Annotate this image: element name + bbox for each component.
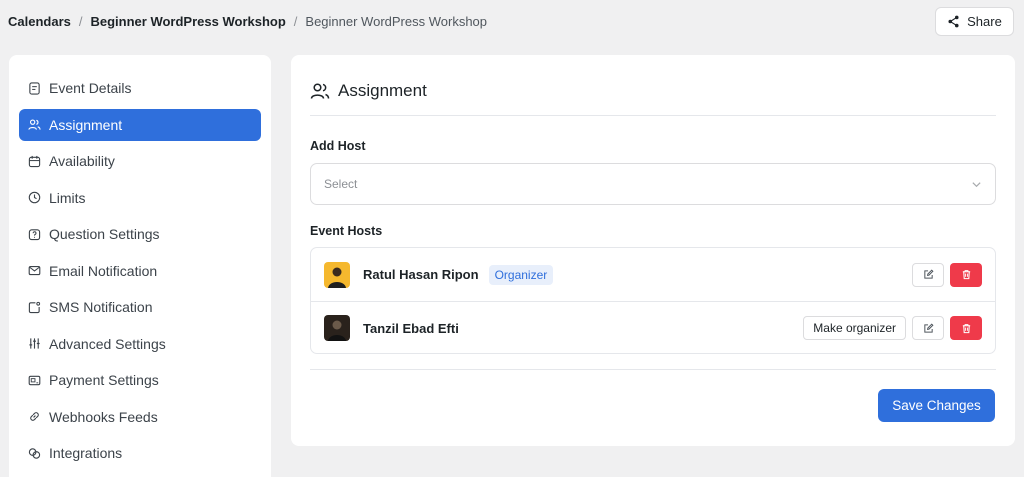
sidebar-item-label: SMS Notification xyxy=(49,299,153,315)
sidebar-item-label: Advanced Settings xyxy=(49,335,166,352)
assignment-card: Assignment Add Host Select Event Hosts R… xyxy=(291,55,1015,446)
host-name: Ratul Hasan Ripon xyxy=(363,267,479,282)
organizer-badge: Organizer xyxy=(488,264,554,285)
host-actions xyxy=(912,262,982,287)
sidebar-item-label: Event Details xyxy=(49,80,132,96)
breadcrumb-calendars-link[interactable]: Calendars xyxy=(8,14,71,29)
integrations-icon xyxy=(28,447,41,459)
breadcrumb: Calendars / Beginner WordPress Workshop … xyxy=(8,14,487,29)
add-host-label: Add Host xyxy=(310,139,366,153)
edit-icon xyxy=(923,269,934,279)
sidebar-item-label: Question Settings xyxy=(49,226,160,242)
sidebar-item-availability[interactable]: Availability xyxy=(19,145,261,177)
settings-sidebar: Event Details Assignment Availability Li… xyxy=(9,55,271,477)
add-host-select[interactable]: Select xyxy=(310,163,996,205)
breadcrumb-event-link[interactable]: Beginner WordPress Workshop xyxy=(91,14,286,29)
sidebar-item-label: Webhooks Feeds xyxy=(49,408,158,425)
users-icon xyxy=(28,119,41,130)
host-actions: Make organizer xyxy=(803,316,982,340)
sidebar-item-label: Payment Settings xyxy=(49,372,159,388)
sidebar-item-label: Email Notification xyxy=(49,262,158,279)
header-divider xyxy=(310,115,996,116)
make-organizer-button[interactable]: Make organizer xyxy=(803,316,906,340)
edit-host-button[interactable] xyxy=(912,316,944,340)
sidebar-item-sms-notification[interactable]: SMS Notification xyxy=(19,291,261,323)
sidebar-item-advanced-settings[interactable]: Advanced Settings xyxy=(19,328,261,360)
sliders-icon xyxy=(29,338,40,349)
question-icon xyxy=(28,228,41,240)
chevron-down-icon xyxy=(972,181,981,187)
sidebar-item-label: Availability xyxy=(49,153,115,169)
edit-host-button[interactable] xyxy=(912,262,944,287)
sidebar-item-payment-settings[interactable]: Payment Settings xyxy=(19,364,261,396)
person-photo-icon xyxy=(328,267,346,288)
sidebar-item-label: Assignment xyxy=(49,116,123,133)
avatar xyxy=(324,315,350,341)
host-row: Ratul Hasan Ripon Organizer xyxy=(311,248,995,301)
event-hosts-list: Ratul Hasan Ripon Organizer Tanzil Ebad … xyxy=(310,247,996,354)
sidebar-item-label: Limits xyxy=(49,189,86,206)
breadcrumb-separator: / xyxy=(293,14,298,29)
payment-icon xyxy=(28,375,41,385)
trash-icon xyxy=(962,323,970,333)
footer-divider xyxy=(310,369,996,370)
share-icon xyxy=(948,15,959,28)
delete-host-button[interactable] xyxy=(950,316,982,340)
share-label: Share xyxy=(967,14,1002,29)
breadcrumb-separator: / xyxy=(78,14,83,29)
sidebar-item-integrations[interactable]: Integrations xyxy=(19,437,261,469)
page-title: Assignment xyxy=(338,81,427,100)
users-icon xyxy=(310,83,330,99)
avatar xyxy=(324,261,350,288)
save-changes-button[interactable]: Save Changes xyxy=(878,389,995,422)
event-hosts-label: Event Hosts xyxy=(310,224,383,238)
sidebar-item-assignment[interactable]: Assignment xyxy=(19,108,261,141)
clock-icon xyxy=(28,191,41,204)
card-header: Assignment xyxy=(310,81,427,101)
sidebar-item-label: Integrations xyxy=(49,445,123,461)
mail-icon xyxy=(28,266,41,276)
sidebar-item-event-details[interactable]: Event Details xyxy=(19,72,261,104)
share-button[interactable]: Share xyxy=(935,7,1014,36)
delete-host-button[interactable] xyxy=(950,262,982,287)
link-icon xyxy=(30,412,39,421)
host-name: Tanzil Ebad Efti xyxy=(363,320,459,336)
breadcrumb-current: Beginner WordPress Workshop xyxy=(305,14,488,29)
sidebar-item-question-settings[interactable]: Question Settings xyxy=(19,218,261,250)
person-photo-icon xyxy=(328,320,346,341)
sidebar-item-email-notification[interactable]: Email Notification xyxy=(19,255,261,287)
sidebar-item-limits[interactable]: Limits xyxy=(19,182,261,214)
document-icon xyxy=(29,81,40,95)
host-row: Tanzil Ebad Efti Make organizer xyxy=(311,301,995,354)
add-host-placeholder: Select xyxy=(324,177,358,191)
edit-icon xyxy=(923,322,934,333)
sms-icon xyxy=(28,301,41,313)
trash-icon xyxy=(962,270,970,280)
sidebar-item-webhooks-feeds[interactable]: Webhooks Feeds xyxy=(19,401,261,433)
calendar-icon xyxy=(28,155,41,167)
